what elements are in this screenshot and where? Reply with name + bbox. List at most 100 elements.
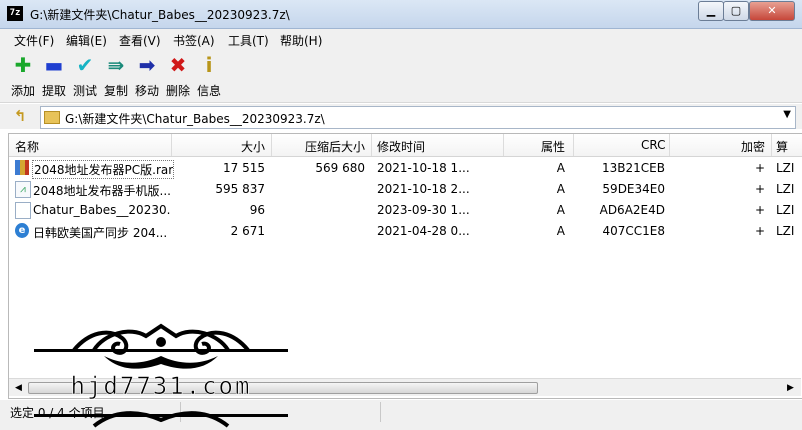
file-size: 595 837 <box>215 182 265 196</box>
info-icon: i <box>205 53 213 77</box>
delete-label: 删除 <box>165 84 190 98</box>
text-file-icon <box>15 202 31 219</box>
file-attributes: A <box>556 182 565 196</box>
file-attributes: A <box>556 203 565 217</box>
file-method: LZI <box>776 182 795 196</box>
copy-arrow-icon: ⇛ <box>107 53 125 77</box>
column-size[interactable]: 大小 <box>241 138 265 155</box>
column-method[interactable]: 算 <box>776 138 788 155</box>
chevron-down-icon[interactable]: ▼ <box>783 109 791 120</box>
folder-icon <box>44 111 60 124</box>
table-row[interactable]: e 日韩欧美国产同步 204... 2 671 2021-04-28 0... … <box>9 220 802 241</box>
column-divider[interactable] <box>771 134 772 156</box>
address-path: G:\新建文件夹\Chatur_Babes__20230923.7z\ <box>65 112 325 126</box>
extract-label: 提取 <box>41 84 66 98</box>
file-modified: 2023-09-30 1... <box>377 203 470 217</box>
column-attributes[interactable]: 属性 <box>541 138 565 155</box>
title-bar: 7z G:\新建文件夹\Chatur_Babes__20230923.7z\ ▁… <box>0 0 802 29</box>
scroll-left-icon[interactable]: ◀ <box>10 381 27 395</box>
internet-shortcut-icon: e <box>15 223 29 238</box>
menu-edit[interactable]: 编辑(E) <box>66 32 107 49</box>
column-divider[interactable] <box>503 134 504 156</box>
column-divider[interactable] <box>171 134 172 156</box>
column-divider[interactable] <box>573 134 574 156</box>
column-divider[interactable] <box>669 134 670 156</box>
info-button[interactable]: i 信息 <box>194 54 224 99</box>
extract-button[interactable]: ▬ 提取 <box>39 54 69 99</box>
file-attributes: A <box>556 224 565 238</box>
file-method: LZI <box>776 203 795 217</box>
test-button[interactable]: ✔ 测试 <box>70 54 100 99</box>
close-button[interactable]: ✕ <box>749 1 795 21</box>
column-divider[interactable] <box>271 134 272 156</box>
move-arrow-icon: ➡ <box>138 53 156 77</box>
window-title: G:\新建文件夹\Chatur_Babes__20230923.7z\ <box>30 8 290 22</box>
table-row[interactable]: Chatur_Babes__20230... 96 2023-09-30 1..… <box>9 199 802 220</box>
column-name[interactable]: 名称 <box>15 138 39 155</box>
file-modified: 2021-04-28 0... <box>377 224 470 238</box>
column-packed-size[interactable]: 压缩后大小 <box>305 138 365 155</box>
file-packed-size: 569 680 <box>315 161 365 175</box>
delete-button[interactable]: ✖ 删除 <box>163 54 193 99</box>
menu-file[interactable]: 文件(F) <box>14 32 54 49</box>
list-header: 名称 大小 压缩后大小 修改时间 属性 CRC 加密 算 <box>9 134 802 157</box>
file-name: 2048地址发布器手机版.... <box>33 184 171 198</box>
column-divider[interactable] <box>371 134 372 156</box>
7zip-app-icon[interactable]: 7z <box>7 6 23 21</box>
scroll-right-icon[interactable]: ▶ <box>782 381 799 395</box>
copy-label: 复制 <box>103 84 128 98</box>
file-name: 日韩欧美国产同步 204... <box>33 226 168 240</box>
file-size: 2 671 <box>230 224 265 238</box>
file-crc: 407CC1E8 <box>602 224 665 238</box>
move-button[interactable]: ➡ 移动 <box>132 54 162 99</box>
menu-bookmarks[interactable]: 书签(A) <box>173 32 215 49</box>
file-crc: 13B21CEB <box>602 161 665 175</box>
address-bar: ↰ G:\新建文件夹\Chatur_Babes__20230923.7z\ ▼ <box>0 104 802 129</box>
address-field[interactable]: G:\新建文件夹\Chatur_Babes__20230923.7z\ ▼ <box>40 106 796 129</box>
file-method: LZI <box>776 224 795 238</box>
file-name: Chatur_Babes__20230... <box>33 203 171 217</box>
file-size: 17 515 <box>223 161 265 175</box>
checkmark-icon: ✔ <box>76 53 94 77</box>
file-encrypted: + <box>754 224 765 238</box>
file-size: 96 <box>249 203 265 217</box>
minus-icon: ▬ <box>44 53 64 77</box>
file-crc: 59DE34E0 <box>602 182 665 196</box>
column-modified[interactable]: 修改时间 <box>377 138 425 155</box>
maximize-button[interactable]: ▢ <box>723 1 749 21</box>
watermark-ornament-bottom <box>34 411 288 428</box>
file-crc: AD6A2E4D <box>599 203 665 217</box>
watermark-ornament-top <box>34 323 288 369</box>
menu-view[interactable]: 查看(V) <box>119 32 161 49</box>
watermark-text: hjd7731.com <box>71 372 252 400</box>
file-method: LZI <box>776 161 795 175</box>
file-encrypted: + <box>754 203 765 217</box>
menu-tools[interactable]: 工具(T) <box>228 32 269 49</box>
menu-bar: 文件(F) 编辑(E) 查看(V) 书签(A) 工具(T) 帮助(H) <box>0 29 802 50</box>
add-button[interactable]: ✚ 添加 <box>8 54 38 99</box>
add-label: 添加 <box>10 84 35 98</box>
menu-help[interactable]: 帮助(H) <box>280 32 322 49</box>
file-encrypted: + <box>754 161 765 175</box>
column-crc[interactable]: CRC <box>641 138 666 152</box>
file-modified: 2021-10-18 1... <box>377 161 470 175</box>
table-row[interactable]: ⩘ 2048地址发布器手机版.... 595 837 2021-10-18 2.… <box>9 178 802 199</box>
plus-icon: ✚ <box>14 53 32 77</box>
file-attributes: A <box>556 161 565 175</box>
table-row[interactable]: 2048地址发布器PC版.rar 17 515 569 680 2021-10-… <box>9 157 802 179</box>
copy-button[interactable]: ⇛ 复制 <box>101 54 131 99</box>
info-label: 信息 <box>196 84 221 98</box>
apk-file-icon: ⩘ <box>15 181 31 198</box>
column-encrypted[interactable]: 加密 <box>741 138 765 155</box>
toolbar: ✚ 添加 ▬ 提取 ✔ 测试 ⇛ 复制 ➡ 移动 ✖ 删除 i 信息 <box>0 50 802 103</box>
test-label: 测试 <box>72 84 97 98</box>
status-divider <box>380 402 381 422</box>
file-encrypted: + <box>754 182 765 196</box>
watermark: hjd7731.com <box>34 323 288 428</box>
rar-archive-icon <box>15 160 29 175</box>
minimize-button[interactable]: ▁ <box>698 1 724 21</box>
file-modified: 2021-10-18 2... <box>377 182 470 196</box>
move-label: 移动 <box>134 84 159 98</box>
file-name: 2048地址发布器PC版.rar <box>32 160 174 179</box>
folder-up-icon[interactable]: ↰ <box>10 107 30 126</box>
